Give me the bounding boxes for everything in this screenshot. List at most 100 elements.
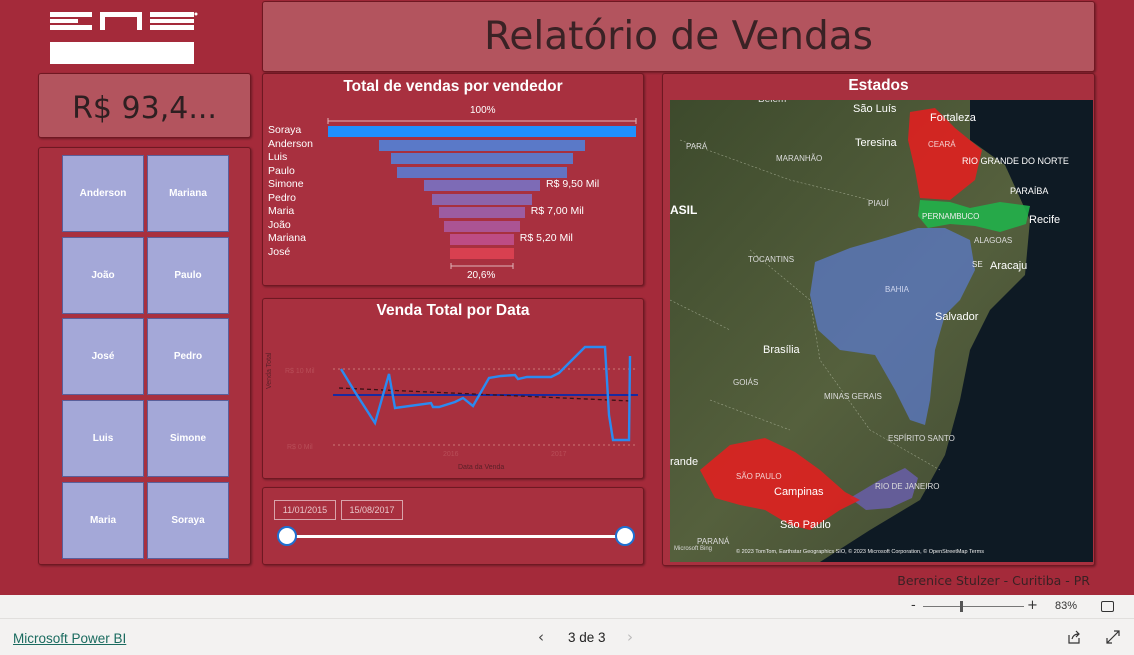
funnel-bar[interactable] xyxy=(450,247,514,259)
funnel-category-label: Paulo xyxy=(268,164,295,177)
power-bi-link[interactable]: Microsoft Power BI xyxy=(13,631,126,646)
kpi-card[interactable]: R$ 93,4... xyxy=(38,73,251,138)
seller-tile[interactable]: Simone xyxy=(147,400,229,477)
map-place-label: MINAS GERAIS xyxy=(824,392,882,401)
report-canvas: Relatório de Vendas R$ 93,4... Anderson … xyxy=(0,0,1134,595)
share-icon[interactable] xyxy=(1066,629,1082,645)
map-shapes xyxy=(670,100,1093,562)
end-date-handle[interactable] xyxy=(615,526,635,546)
funnel-bar[interactable] xyxy=(423,180,541,191)
funnel-data-label: R$ 7,00 Mil xyxy=(530,205,584,217)
zoom-bar: - + 83% xyxy=(0,595,1134,619)
funnel-bar[interactable] xyxy=(379,139,585,151)
fit-page-icon[interactable] xyxy=(1101,601,1114,612)
seller-tile[interactable]: Luis xyxy=(62,400,144,477)
zoom-in-button[interactable]: + xyxy=(1027,598,1038,613)
fullscreen-icon[interactable] xyxy=(1105,629,1121,645)
svg-text:2017: 2017 xyxy=(551,451,567,458)
map-place-label: RIO GRANDE DO NORTE xyxy=(962,156,1069,166)
footer: Microsoft Power BI ‹ 3 de 3 › xyxy=(0,620,1134,655)
map-place-label: São Luís xyxy=(853,103,897,115)
map-place-label: rande xyxy=(670,456,699,468)
zoom-out-button[interactable]: - xyxy=(911,598,916,613)
funnel-data-label: R$ 9,50 Mil xyxy=(546,178,600,190)
map-place-label: Campinas xyxy=(774,486,824,498)
zoom-percent: 83% xyxy=(1055,600,1078,612)
zoom-slider[interactable] xyxy=(923,606,1024,607)
map-place-label: ALAGOAS xyxy=(974,236,1013,245)
map-place-label: PARANÁ xyxy=(697,537,730,546)
funnel-category-label: Maria xyxy=(268,205,295,217)
svg-text:R$ 10 Mil: R$ 10 Mil xyxy=(285,368,315,375)
map-place-label: Fortaleza xyxy=(930,112,976,124)
map-place-label: São Paulo xyxy=(780,519,831,531)
seller-tile[interactable]: Paulo xyxy=(147,237,229,314)
funnel-category-label: Soraya xyxy=(268,124,302,136)
bing-logo: Microsoft Bing xyxy=(674,546,713,552)
map-place-label: Brasília xyxy=(763,344,800,356)
map-place-label: Aracaju xyxy=(990,260,1028,272)
map-place-label: MARANHÃO xyxy=(776,154,823,163)
seller-tile[interactable]: Maria xyxy=(62,482,144,559)
previous-page-icon[interactable]: ‹ xyxy=(538,628,544,646)
line-chart-card[interactable]: Venda Total por Data R$ 10 Mil R$ 0 Mil … xyxy=(262,298,644,479)
seller-tile[interactable]: Anderson xyxy=(62,155,144,232)
start-date-handle[interactable] xyxy=(277,526,297,546)
seller-tile[interactable]: José xyxy=(62,318,144,395)
map-place-label: SE xyxy=(972,260,983,269)
map-place-label: GOIÁS xyxy=(733,378,759,387)
map-attribution[interactable]: © 2023 TomTom, Earthstar Geographics SIO… xyxy=(736,549,984,555)
funnel-bar[interactable] xyxy=(397,166,567,178)
line-chart-ylabel: Venda Total xyxy=(266,352,273,389)
funnel-category-label: Anderson xyxy=(268,137,313,150)
funnel-bar[interactable] xyxy=(444,220,520,232)
map-place-label: Belém xyxy=(758,100,786,105)
seller-tile[interactable]: Pedro xyxy=(147,318,229,395)
funnel-chart-card[interactable]: Total de vendas por vendedor 100% 20,6% … xyxy=(262,73,644,286)
line-chart-svg: R$ 10 Mil R$ 0 Mil 2016 2017 xyxy=(285,345,638,458)
map-place-label: SÃO PAULO xyxy=(736,472,782,481)
seller-tile[interactable]: João xyxy=(62,237,144,314)
map-place-label: Teresina xyxy=(855,137,897,149)
seller-tile[interactable]: Mariana xyxy=(147,155,229,232)
funnel-data-label: R$ 5,20 Mil xyxy=(519,232,573,244)
kpi-total-sales: R$ 93,4... xyxy=(72,91,217,126)
brazil-map[interactable]: São Luís Fortaleza Teresina CEARÁ RIO GRANDE… xyxy=(670,100,1093,562)
map-place-label: RIO DE JANEIRO xyxy=(875,482,940,491)
map-place-label: PIAUÍ xyxy=(868,199,889,208)
zoom-slider-thumb[interactable] xyxy=(960,601,963,612)
map-place-label: ESPÍRITO SANTO xyxy=(888,434,955,443)
funnel-bar[interactable] xyxy=(450,234,514,245)
author-credit: Berenice Stulzer - Curitiba - PR xyxy=(897,573,1090,588)
sales-line xyxy=(339,345,632,442)
map-place-label: TOCANTINS xyxy=(748,255,795,264)
title-card: Relatório de Vendas xyxy=(262,1,1095,72)
funnel-category-label: Mariana xyxy=(268,232,306,244)
funnel-category-label: Luis xyxy=(268,151,288,163)
next-page-icon[interactable]: › xyxy=(627,628,633,646)
date-range-track[interactable] xyxy=(287,535,625,538)
map-title: Estados xyxy=(848,77,909,94)
funnel-category-label: Simone xyxy=(268,178,304,190)
seller-tile[interactable]: Soraya xyxy=(147,482,229,559)
svg-text:R$ 0 Mil: R$ 0 Mil xyxy=(287,444,313,451)
map-place-label: Recife xyxy=(1029,214,1061,226)
page-title: Relatório de Vendas xyxy=(484,14,873,59)
map-place-label: CEARÁ xyxy=(928,140,956,149)
funnel-bar[interactable] xyxy=(390,153,574,164)
end-date-input[interactable]: 15/08/2017 xyxy=(341,500,403,520)
map-card[interactable]: Estados São Luís Fortaleza Teresina CEAR… xyxy=(662,73,1095,566)
funnel-category-label: José xyxy=(268,245,291,258)
funnel-bar[interactable] xyxy=(431,193,533,205)
start-date-input[interactable]: 11/01/2015 xyxy=(274,500,336,520)
map-place-label: PERNAMBUCO xyxy=(922,212,980,221)
funnel-top-percent: 100% xyxy=(470,105,496,116)
funnel-bar[interactable] xyxy=(328,126,636,137)
svg-text:2016: 2016 xyxy=(443,451,459,458)
funnel-bottom-percent: 20,6% xyxy=(467,270,496,281)
line-chart-xlabel: Data da Venda xyxy=(458,464,505,471)
funnel-bar[interactable] xyxy=(439,207,525,218)
funnel-category-label: João xyxy=(268,218,291,231)
page-indicator: 3 de 3 xyxy=(568,630,606,645)
funnel-category-label: Pedro xyxy=(268,191,297,204)
